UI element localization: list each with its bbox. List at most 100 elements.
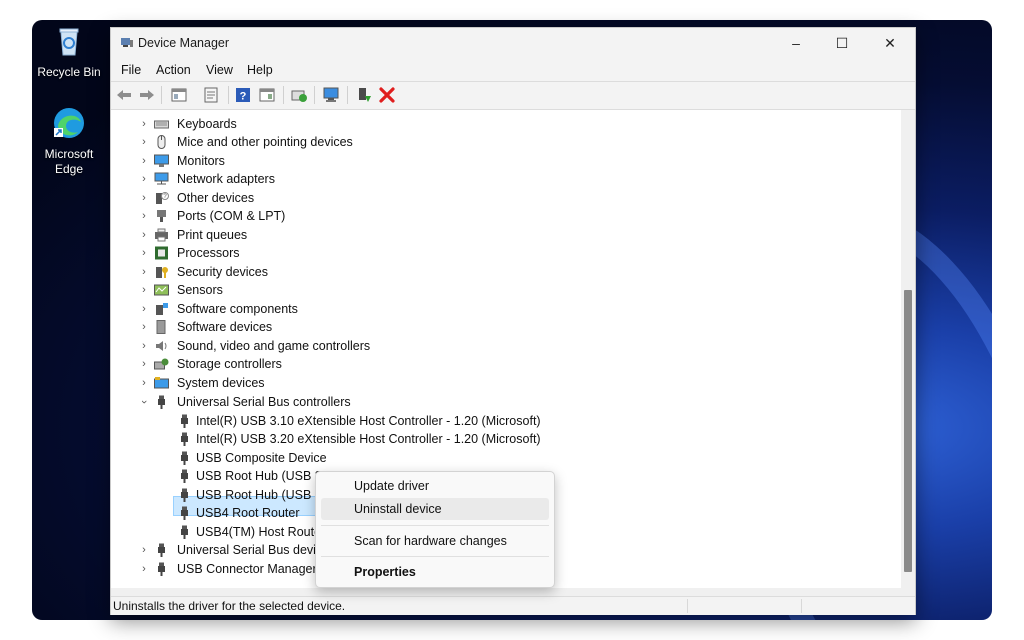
tree-item-label: Sound, video and game controllers: [177, 339, 371, 353]
monitor-icon: [154, 154, 169, 167]
usb-icon: [181, 414, 188, 428]
toolbar-separator: [283, 86, 284, 104]
back-icon[interactable]: [115, 86, 133, 104]
expand-chevron-icon[interactable]: ›: [139, 318, 149, 336]
toolbar-separator: [347, 86, 348, 104]
context-uninstall-device[interactable]: Uninstall device: [321, 498, 549, 520]
tree-item-label: USB Composite Device: [196, 451, 327, 465]
svg-text:?: ?: [240, 91, 247, 103]
title-bar: Device Manager – ☐ ✕: [111, 28, 915, 58]
expand-chevron-icon[interactable]: ›: [139, 189, 149, 207]
tree-item-label: Keyboards: [177, 117, 237, 131]
processor-icon: [155, 246, 168, 260]
mouse-icon: [157, 135, 166, 149]
tree-item-label: Software devices: [177, 320, 273, 334]
maximize-button[interactable]: ☐: [819, 28, 865, 58]
desktop-icon-edge[interactable]: Microsoft Edge: [32, 106, 108, 177]
software-device-icon: [156, 320, 166, 334]
desktop-icon-label: Recycle Bin: [37, 65, 101, 79]
tree-item-label: Security devices: [177, 265, 269, 279]
expand-chevron-icon[interactable]: ›: [139, 337, 149, 355]
scan-hardware-icon[interactable]: [322, 86, 340, 104]
tree-item-label: Sensors: [177, 283, 223, 297]
expand-chevron-icon[interactable]: ›: [139, 170, 149, 188]
expand-chevron-icon[interactable]: ›: [139, 281, 149, 299]
forward-icon[interactable]: [138, 86, 156, 104]
expand-chevron-icon[interactable]: ›: [139, 374, 149, 392]
expand-chevron-icon[interactable]: ›: [139, 152, 149, 170]
expand-chevron-icon[interactable]: ›: [139, 300, 149, 318]
tree-item-label: USB4(TM) Host Router: [196, 525, 326, 539]
tree-item-label: Print queues: [177, 228, 248, 242]
context-separator: [321, 525, 549, 526]
horizontal-scroll-area: [111, 588, 915, 596]
edge-icon: [54, 108, 84, 138]
usb-icon: [181, 451, 188, 465]
usb-icon: [181, 506, 188, 520]
expand-chevron-icon[interactable]: ›: [139, 355, 149, 373]
enable-device-icon[interactable]: [355, 86, 373, 104]
collapse-chevron-icon[interactable]: ›: [135, 397, 153, 407]
close-button[interactable]: ✕: [867, 28, 913, 58]
menu-help[interactable]: Help: [247, 63, 273, 77]
expand-chevron-icon[interactable]: ›: [139, 226, 149, 244]
network-adapter-icon: [154, 172, 169, 185]
action-pane-icon[interactable]: [258, 86, 276, 104]
tree-item-label: Universal Serial Bus controllers: [177, 395, 351, 409]
tree-item-label: Other devices: [177, 191, 255, 205]
usb-icon: [181, 525, 188, 539]
expand-chevron-icon[interactable]: ›: [139, 560, 149, 578]
tree-item-label: Network adapters: [177, 172, 275, 186]
tree-item-label: Intel(R) USB 3.20 eXtensible Host Contro…: [196, 432, 541, 446]
expand-chevron-icon[interactable]: ›: [139, 115, 149, 133]
toolbar-separator: [228, 86, 229, 104]
system-device-icon: [154, 377, 169, 389]
vertical-scrollbar[interactable]: [901, 110, 915, 588]
scrollbar-thumb[interactable]: [904, 290, 912, 572]
tree-item-label: USB Root Hub (USB 3.0: [196, 469, 333, 483]
status-divider: [687, 599, 688, 613]
expand-chevron-icon[interactable]: ›: [139, 541, 149, 559]
printer-icon: [155, 228, 168, 242]
tree-item-label: USB Connector Managers: [177, 562, 323, 576]
tree-item-label: Storage controllers: [177, 357, 282, 371]
update-driver-icon[interactable]: [290, 86, 308, 104]
toolbar-separator: [161, 86, 162, 104]
context-properties[interactable]: Properties: [321, 561, 549, 583]
speaker-icon: [156, 341, 167, 351]
status-divider: [801, 599, 802, 613]
tree-item-label: System devices: [177, 376, 265, 390]
properties-icon[interactable]: [202, 86, 220, 104]
tree-item-label: USB Root Hub (USB 3.0: [196, 488, 333, 502]
window-title: Device Manager: [138, 36, 230, 50]
tree-item-label: Monitors: [177, 154, 225, 168]
expand-chevron-icon[interactable]: ›: [139, 207, 149, 225]
context-scan-hardware[interactable]: Scan for hardware changes: [321, 530, 549, 552]
context-update-driver[interactable]: Update driver: [321, 475, 549, 497]
desktop-icon-recycle-bin[interactable]: Recycle Bin: [32, 24, 108, 80]
expand-chevron-icon[interactable]: ›: [139, 263, 149, 281]
help-icon[interactable]: ?: [234, 86, 252, 104]
port-icon: [157, 210, 166, 222]
other-devices-icon: ?: [156, 192, 169, 204]
device-manager-app-icon: [121, 38, 133, 47]
expand-chevron-icon[interactable]: ›: [139, 244, 149, 262]
usb-icon: [158, 562, 165, 576]
menu-view[interactable]: View: [206, 63, 233, 77]
usb-icon: [181, 488, 188, 502]
menu-bar: File Action View Help: [111, 59, 915, 81]
uninstall-device-icon[interactable]: [378, 86, 396, 104]
keyboard-icon: [154, 120, 169, 129]
security-device-icon: [156, 267, 168, 278]
tree-item-label: Intel(R) USB 3.10 eXtensible Host Contro…: [196, 414, 541, 428]
status-text: Uninstalls the driver for the selected d…: [113, 599, 346, 613]
expand-chevron-icon[interactable]: ›: [139, 133, 149, 151]
menu-action[interactable]: Action: [156, 63, 191, 77]
desktop-icon-label: Microsoft Edge: [44, 147, 94, 176]
menu-file[interactable]: File: [121, 63, 141, 77]
toolbar-separator: [314, 86, 315, 104]
show-hide-console-tree-icon[interactable]: [170, 86, 188, 104]
status-bar: Uninstalls the driver for the selected d…: [111, 596, 915, 615]
tree-item-label: Mice and other pointing devices: [177, 135, 353, 149]
minimize-button[interactable]: –: [773, 28, 819, 58]
